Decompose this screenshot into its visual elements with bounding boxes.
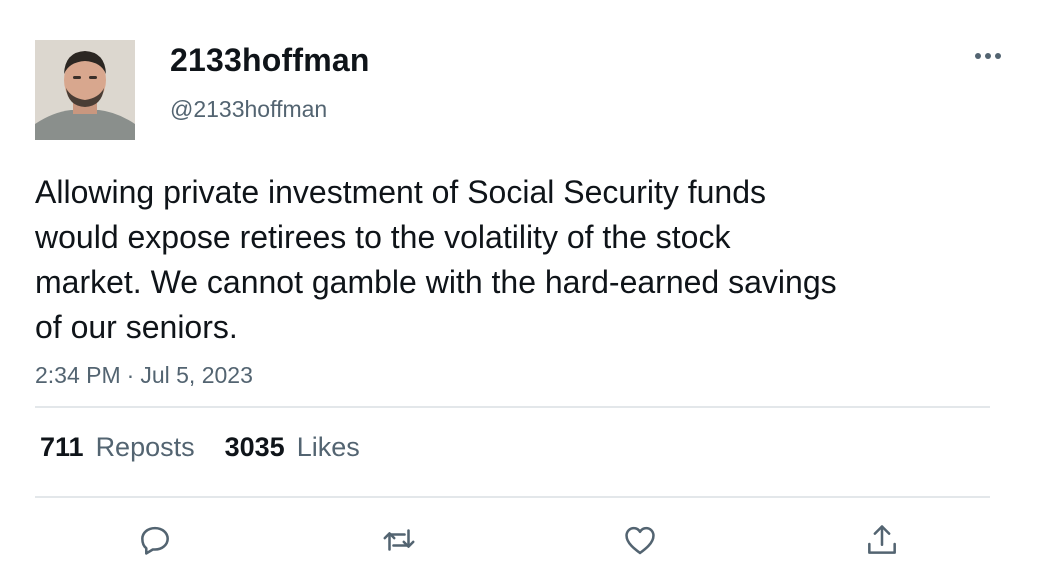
divider — [35, 496, 990, 498]
likes-stat[interactable]: 3035 Likes — [225, 432, 360, 463]
reply-button[interactable] — [133, 518, 177, 562]
reposts-stat[interactable]: 711 Reposts — [40, 432, 195, 463]
more-options-button[interactable] — [968, 40, 1008, 72]
tweet: 2133hoffman @2133hoffman Allowing privat… — [0, 0, 1050, 570]
reposts-label: Reposts — [95, 432, 195, 462]
tweet-text-line: of our seniors. — [35, 309, 238, 345]
tweet-time: 2:34 PM — [35, 362, 121, 388]
engagement-stats: 711 Reposts 3035 Likes — [40, 432, 360, 463]
share-button[interactable] — [860, 518, 904, 562]
share-icon — [868, 525, 896, 554]
reposts-count: 711 — [40, 432, 84, 462]
likes-count: 3035 — [224, 432, 285, 462]
display-name[interactable]: 2133hoffman — [170, 42, 370, 79]
timestamp[interactable]: 2:34 PM · Jul 5, 2023 — [35, 362, 253, 389]
divider — [35, 406, 990, 408]
like-icon — [625, 526, 655, 555]
tweet-text-line: Allowing private investment of Social Se… — [35, 174, 767, 210]
user-handle[interactable]: @2133hoffman — [170, 96, 327, 123]
tweet-text-line: would expose retirees to the volatility … — [35, 219, 731, 255]
like-button[interactable] — [618, 518, 662, 562]
tweet-date: Jul 5, 2023 — [140, 362, 253, 388]
repost-button[interactable] — [377, 518, 421, 562]
likes-label: Likes — [296, 432, 360, 462]
tweet-text-line: market. We cannot gamble with the hard-e… — [35, 264, 837, 300]
repost-icon — [383, 529, 415, 551]
tweet-text: Allowing private investment of Social Se… — [35, 170, 955, 350]
avatar[interactable] — [35, 40, 135, 140]
reply-icon — [141, 526, 169, 555]
avatar-image — [35, 40, 135, 140]
more-horizontal-icon — [975, 53, 1001, 59]
timestamp-separator: · — [126, 362, 135, 388]
